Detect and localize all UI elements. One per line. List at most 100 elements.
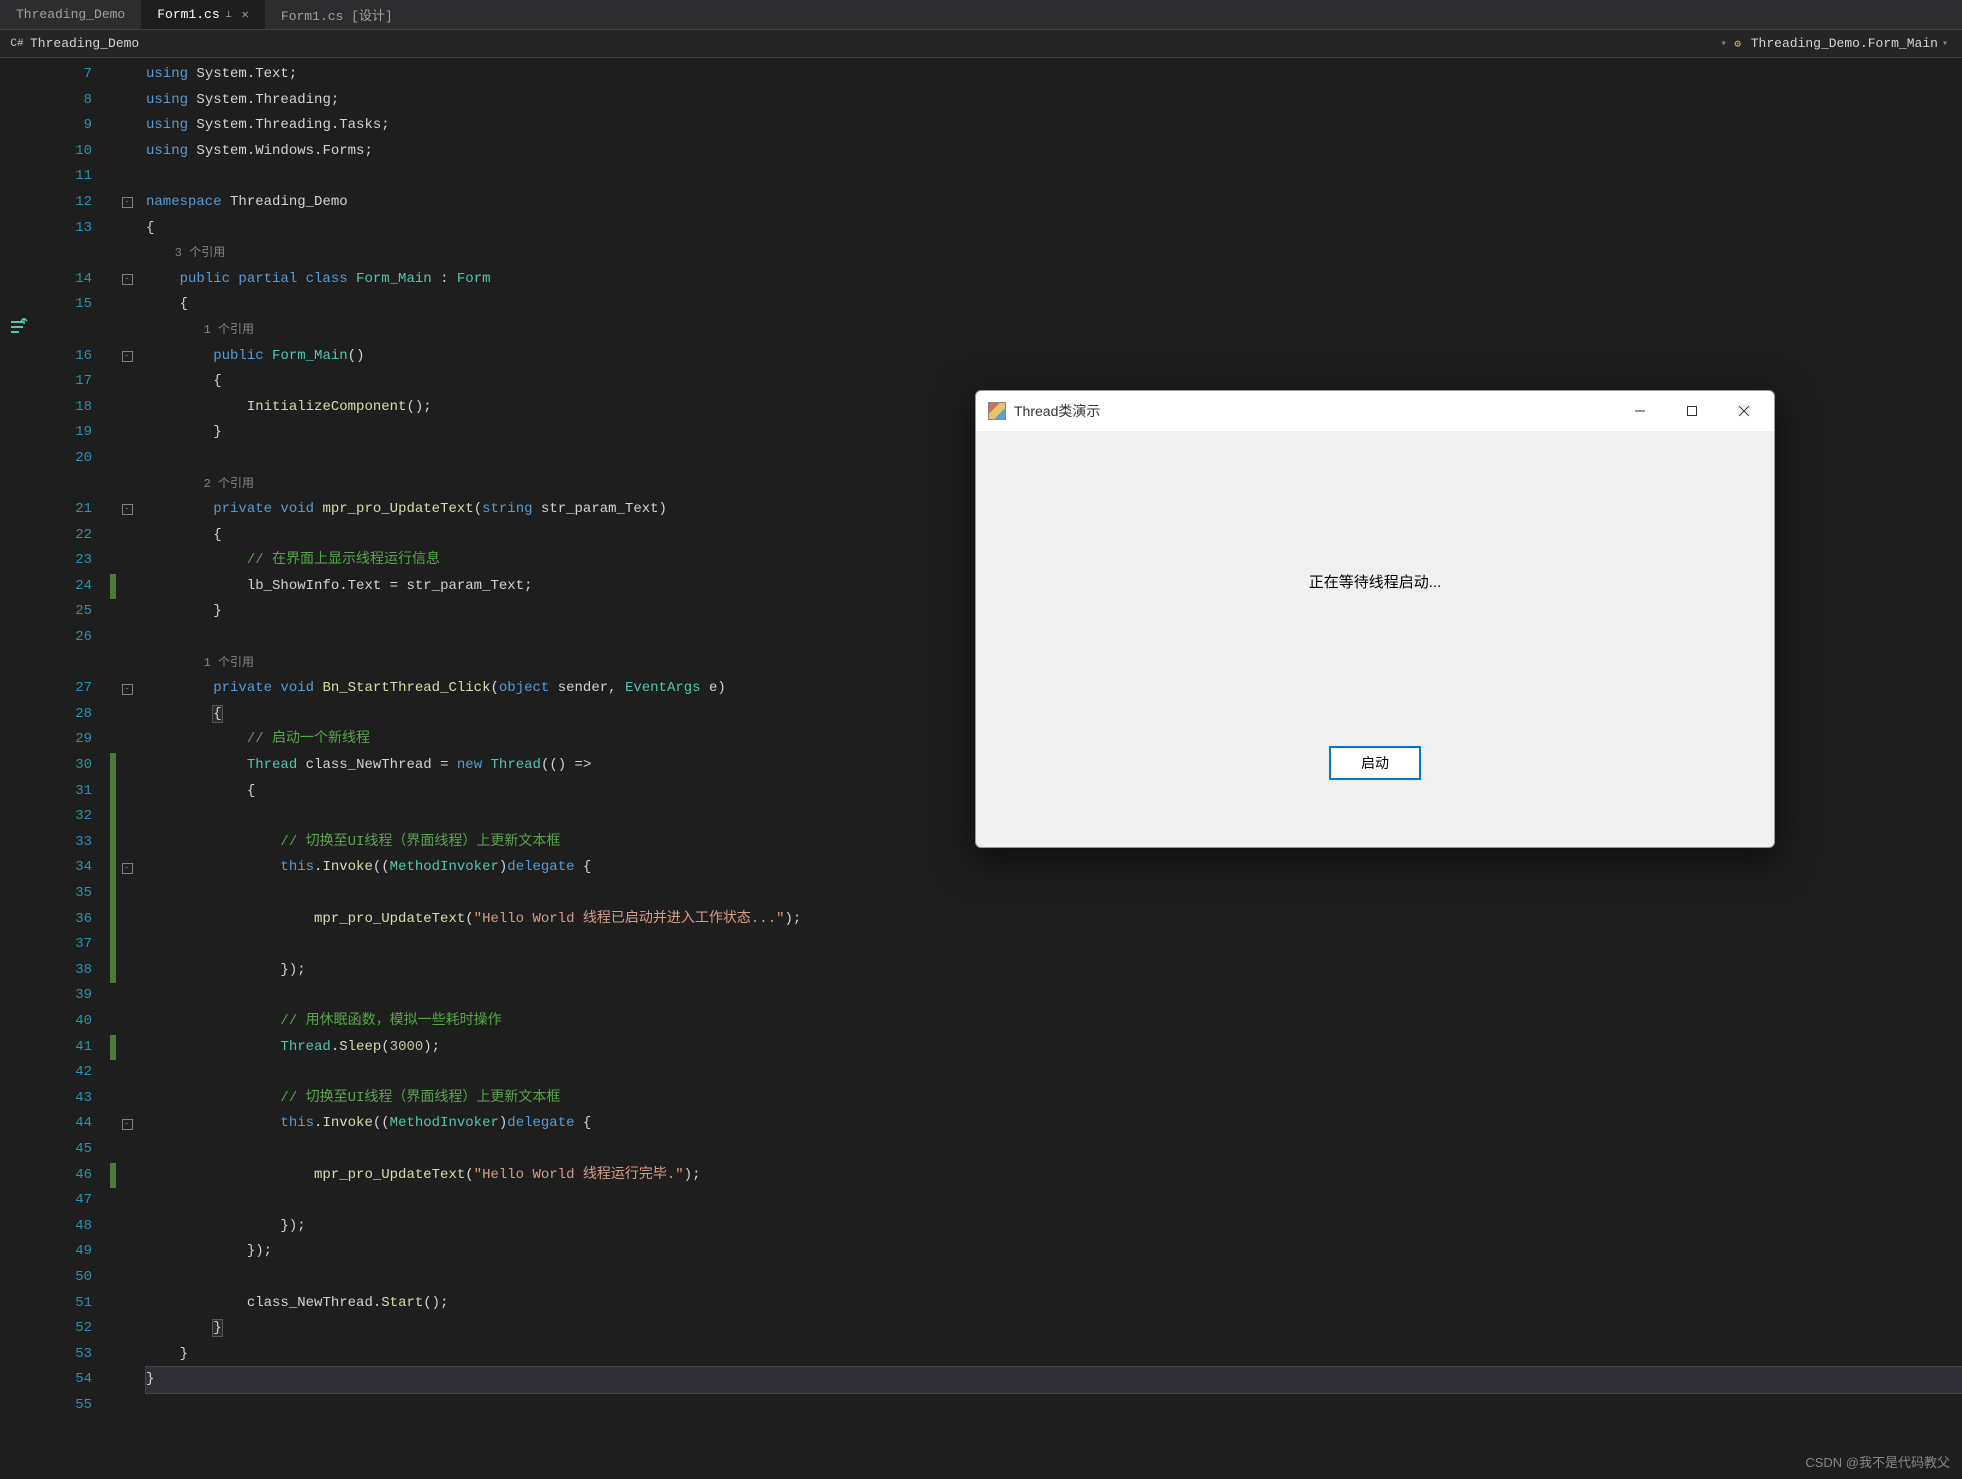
line-number: 43 [40,1086,110,1112]
fold-cell [116,625,138,651]
line-number: 52 [40,1316,110,1342]
dialog-title: Thread类演示 [1014,401,1614,421]
code-line[interactable]: } [146,1316,1962,1342]
close-button[interactable] [1718,391,1770,431]
code-line[interactable]: public partial class Form_Main : Form [146,267,1962,293]
fold-toggle[interactable]: - [122,274,133,285]
code-line[interactable]: namespace Threading_Demo [146,190,1962,216]
maximize-button[interactable] [1666,391,1718,431]
code-line[interactable] [146,164,1962,190]
breadcrumb-namespace: Threading_Demo [30,36,139,51]
line-number: 38 [40,958,110,984]
fold-cell: - [116,190,138,216]
line-number: 49 [40,1239,110,1265]
fold-cell [116,113,138,139]
code-line[interactable]: 3 个引用 [146,241,1962,267]
fold-gutter[interactable]: - - - - - - - [116,58,138,1479]
code-line[interactable] [146,1137,1962,1163]
fold-cell [116,651,138,677]
fold-cell [116,62,138,88]
code-line[interactable]: { [146,216,1962,242]
code-line[interactable]: // 切换至UI线程（界面线程）上更新文本框 [146,1086,1962,1112]
code-line[interactable] [146,1188,1962,1214]
fold-toggle[interactable]: - [122,684,133,695]
fold-cell [116,241,138,267]
line-number: 46 [40,1163,110,1189]
code-line[interactable]: public Form_Main() [146,344,1962,370]
fold-cell [116,1342,138,1368]
line-number: 48 [40,1214,110,1240]
code-line[interactable]: using System.Windows.Forms; [146,139,1962,165]
line-number: 33 [40,830,110,856]
code-line[interactable]: // 用休眠函数，模拟一些耗时操作 [146,1009,1962,1035]
line-number: 29 [40,727,110,753]
fold-cell [116,1265,138,1291]
breadcrumb-right[interactable]: ⚙ Threading_Demo.Form_Main [1731,36,1938,51]
code-line[interactable]: using System.Threading.Tasks; [146,113,1962,139]
line-number: 15 [40,292,110,318]
line-number [40,472,110,498]
fold-cell: - [116,267,138,293]
fold-cell [116,830,138,856]
code-line[interactable]: } [146,1367,1962,1393]
tab-form1-designer[interactable]: Form1.cs [设计] [265,0,409,29]
code-line[interactable]: using System.Text; [146,62,1962,88]
fold-toggle[interactable]: - [122,863,133,874]
code-line[interactable] [146,1393,1962,1419]
code-line[interactable]: }); [146,1214,1962,1240]
fold-toggle[interactable]: - [122,351,133,362]
fold-cell: - [116,344,138,370]
code-line[interactable]: this.Invoke((MethodInvoker)delegate { [146,855,1962,881]
codelens[interactable]: 3 个引用 [146,246,225,260]
line-number-gutter[interactable]: 7891011121314151617181920212223242526272… [40,58,110,1479]
fold-cell [116,574,138,600]
line-number: 45 [40,1137,110,1163]
code-line[interactable]: } [146,1342,1962,1368]
code-line[interactable] [146,932,1962,958]
code-line[interactable] [146,1265,1962,1291]
codelens[interactable]: 1 个引用 [146,656,254,670]
start-button[interactable]: 启动 [1329,746,1421,780]
tab-form1-cs[interactable]: Form1.cs ⟂ ✕ [141,0,265,29]
code-suggestion-icon[interactable] [10,318,28,336]
code-line[interactable]: { [146,292,1962,318]
line-number: 22 [40,523,110,549]
code-line[interactable]: using System.Threading; [146,88,1962,114]
fold-cell [116,753,138,779]
code-line[interactable]: }); [146,958,1962,984]
code-line[interactable]: class_NewThread.Start(); [146,1291,1962,1317]
close-icon[interactable]: ✕ [242,7,249,22]
line-number: 31 [40,779,110,805]
tab-label: Threading_Demo [16,7,125,22]
fold-toggle[interactable]: - [122,504,133,515]
minimize-button[interactable] [1614,391,1666,431]
line-number: 35 [40,881,110,907]
code-line[interactable] [146,881,1962,907]
line-number [40,241,110,267]
fold-toggle[interactable]: - [122,197,133,208]
dialog-titlebar[interactable]: Thread类演示 [976,391,1774,431]
codelens[interactable]: 2 个引用 [146,477,254,491]
fold-cell [116,369,138,395]
fold-toggle[interactable]: - [122,1119,133,1130]
fold-cell [116,804,138,830]
code-line[interactable]: this.Invoke((MethodInvoker)delegate { [146,1111,1962,1137]
code-line[interactable]: }); [146,1239,1962,1265]
pin-icon[interactable]: ⟂ [226,9,232,21]
fold-cell [116,164,138,190]
breadcrumb-left[interactable]: C# Threading_Demo [10,36,1717,51]
code-line[interactable]: 1 个引用 [146,318,1962,344]
fold-cell [116,292,138,318]
line-number: 13 [40,216,110,242]
codelens[interactable]: 1 个引用 [146,323,254,337]
minimize-icon [1634,405,1646,417]
code-line[interactable]: mpr_pro_UpdateText("Hello World 线程已启动并进入… [146,907,1962,933]
fold-cell [116,958,138,984]
tab-threading-demo[interactable]: Threading_Demo [0,0,141,29]
fold-cell [116,395,138,421]
code-line[interactable] [146,983,1962,1009]
code-line[interactable]: mpr_pro_UpdateText("Hello World 线程运行完毕."… [146,1163,1962,1189]
fold-cell [116,779,138,805]
code-line[interactable] [146,1060,1962,1086]
code-line[interactable]: Thread.Sleep(3000); [146,1035,1962,1061]
